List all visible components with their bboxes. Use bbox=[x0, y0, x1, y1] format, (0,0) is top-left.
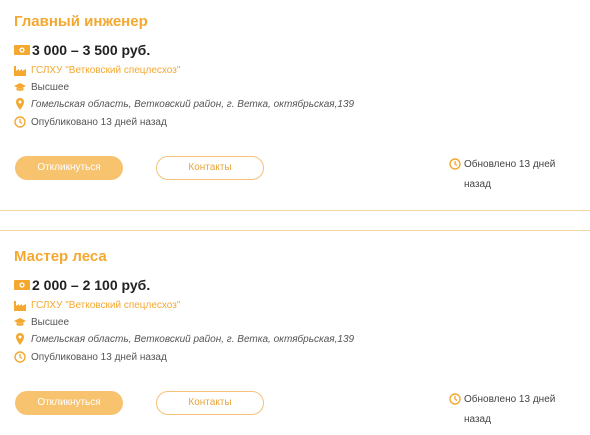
salary-range: 3 000 – 3 500 руб. bbox=[32, 42, 151, 58]
address-text: Гомельская область, Ветковский район, г.… bbox=[31, 333, 355, 345]
address-text: Гомельская область, Ветковский район, г.… bbox=[31, 98, 355, 110]
graduation-cap-icon bbox=[14, 318, 26, 326]
location-pin-icon bbox=[16, 98, 24, 110]
vacancy-card: Мастер леса 2 000 – 2 100 руб. ГСЛХУ "Ве… bbox=[0, 235, 590, 435]
updated-info: Обновлено 13 дней назад bbox=[449, 155, 574, 195]
factory-icon bbox=[14, 66, 26, 76]
vacancy-card: Главный инженер 3 000 – 3 500 руб. ГСЛХУ… bbox=[0, 0, 590, 200]
company-link[interactable]: ГСЛХУ "Ветковский спецлесхоз" bbox=[31, 300, 180, 311]
company-row: ГСЛХУ "Ветковский спецлесхоз" bbox=[14, 299, 180, 311]
graduation-cap-icon bbox=[14, 83, 26, 91]
published-row: Опубликовано 13 дней назад bbox=[14, 116, 167, 128]
salary-row: 3 000 – 3 500 руб. bbox=[14, 42, 150, 58]
address-row: Гомельская область, Ветковский район, г.… bbox=[14, 98, 354, 110]
contacts-button[interactable]: Контакты bbox=[156, 156, 264, 180]
salary-range: 2 000 – 2 100 руб. bbox=[32, 277, 151, 293]
salary-row: 2 000 – 2 100 руб. bbox=[14, 277, 150, 293]
contacts-button[interactable]: Контакты bbox=[156, 391, 264, 415]
published-row: Опубликовано 13 дней назад bbox=[14, 351, 167, 363]
updated-text: Обновлено 13 дней назад bbox=[464, 394, 556, 425]
apply-button[interactable]: Откликнуться bbox=[15, 391, 123, 415]
clock-icon bbox=[14, 116, 26, 128]
company-link[interactable]: ГСЛХУ "Ветковский спецлесхоз" bbox=[31, 65, 180, 76]
education-row: Высшее bbox=[14, 316, 69, 328]
clock-icon bbox=[449, 158, 461, 170]
money-icon bbox=[14, 280, 30, 290]
education-text: Высшее bbox=[31, 81, 70, 93]
clock-icon bbox=[14, 351, 26, 363]
apply-button[interactable]: Откликнуться bbox=[15, 156, 123, 180]
education-text: Высшее bbox=[31, 316, 70, 328]
money-icon bbox=[14, 45, 30, 55]
education-row: Высшее bbox=[14, 81, 69, 93]
card-divider bbox=[0, 230, 590, 231]
vacancy-title[interactable]: Мастер леса bbox=[14, 248, 107, 265]
location-pin-icon bbox=[16, 333, 24, 345]
published-text: Опубликовано 13 дней назад bbox=[31, 116, 167, 128]
updated-info: Обновлено 13 дней назад bbox=[449, 390, 574, 430]
factory-icon bbox=[14, 301, 26, 311]
company-row: ГСЛХУ "Ветковский спецлесхоз" bbox=[14, 64, 180, 76]
vacancy-title[interactable]: Главный инженер bbox=[14, 13, 148, 30]
address-row: Гомельская область, Ветковский район, г.… bbox=[14, 333, 354, 345]
updated-text: Обновлено 13 дней назад bbox=[464, 159, 556, 190]
clock-icon bbox=[449, 393, 461, 405]
published-text: Опубликовано 13 дней назад bbox=[31, 351, 167, 363]
card-divider bbox=[0, 210, 590, 211]
